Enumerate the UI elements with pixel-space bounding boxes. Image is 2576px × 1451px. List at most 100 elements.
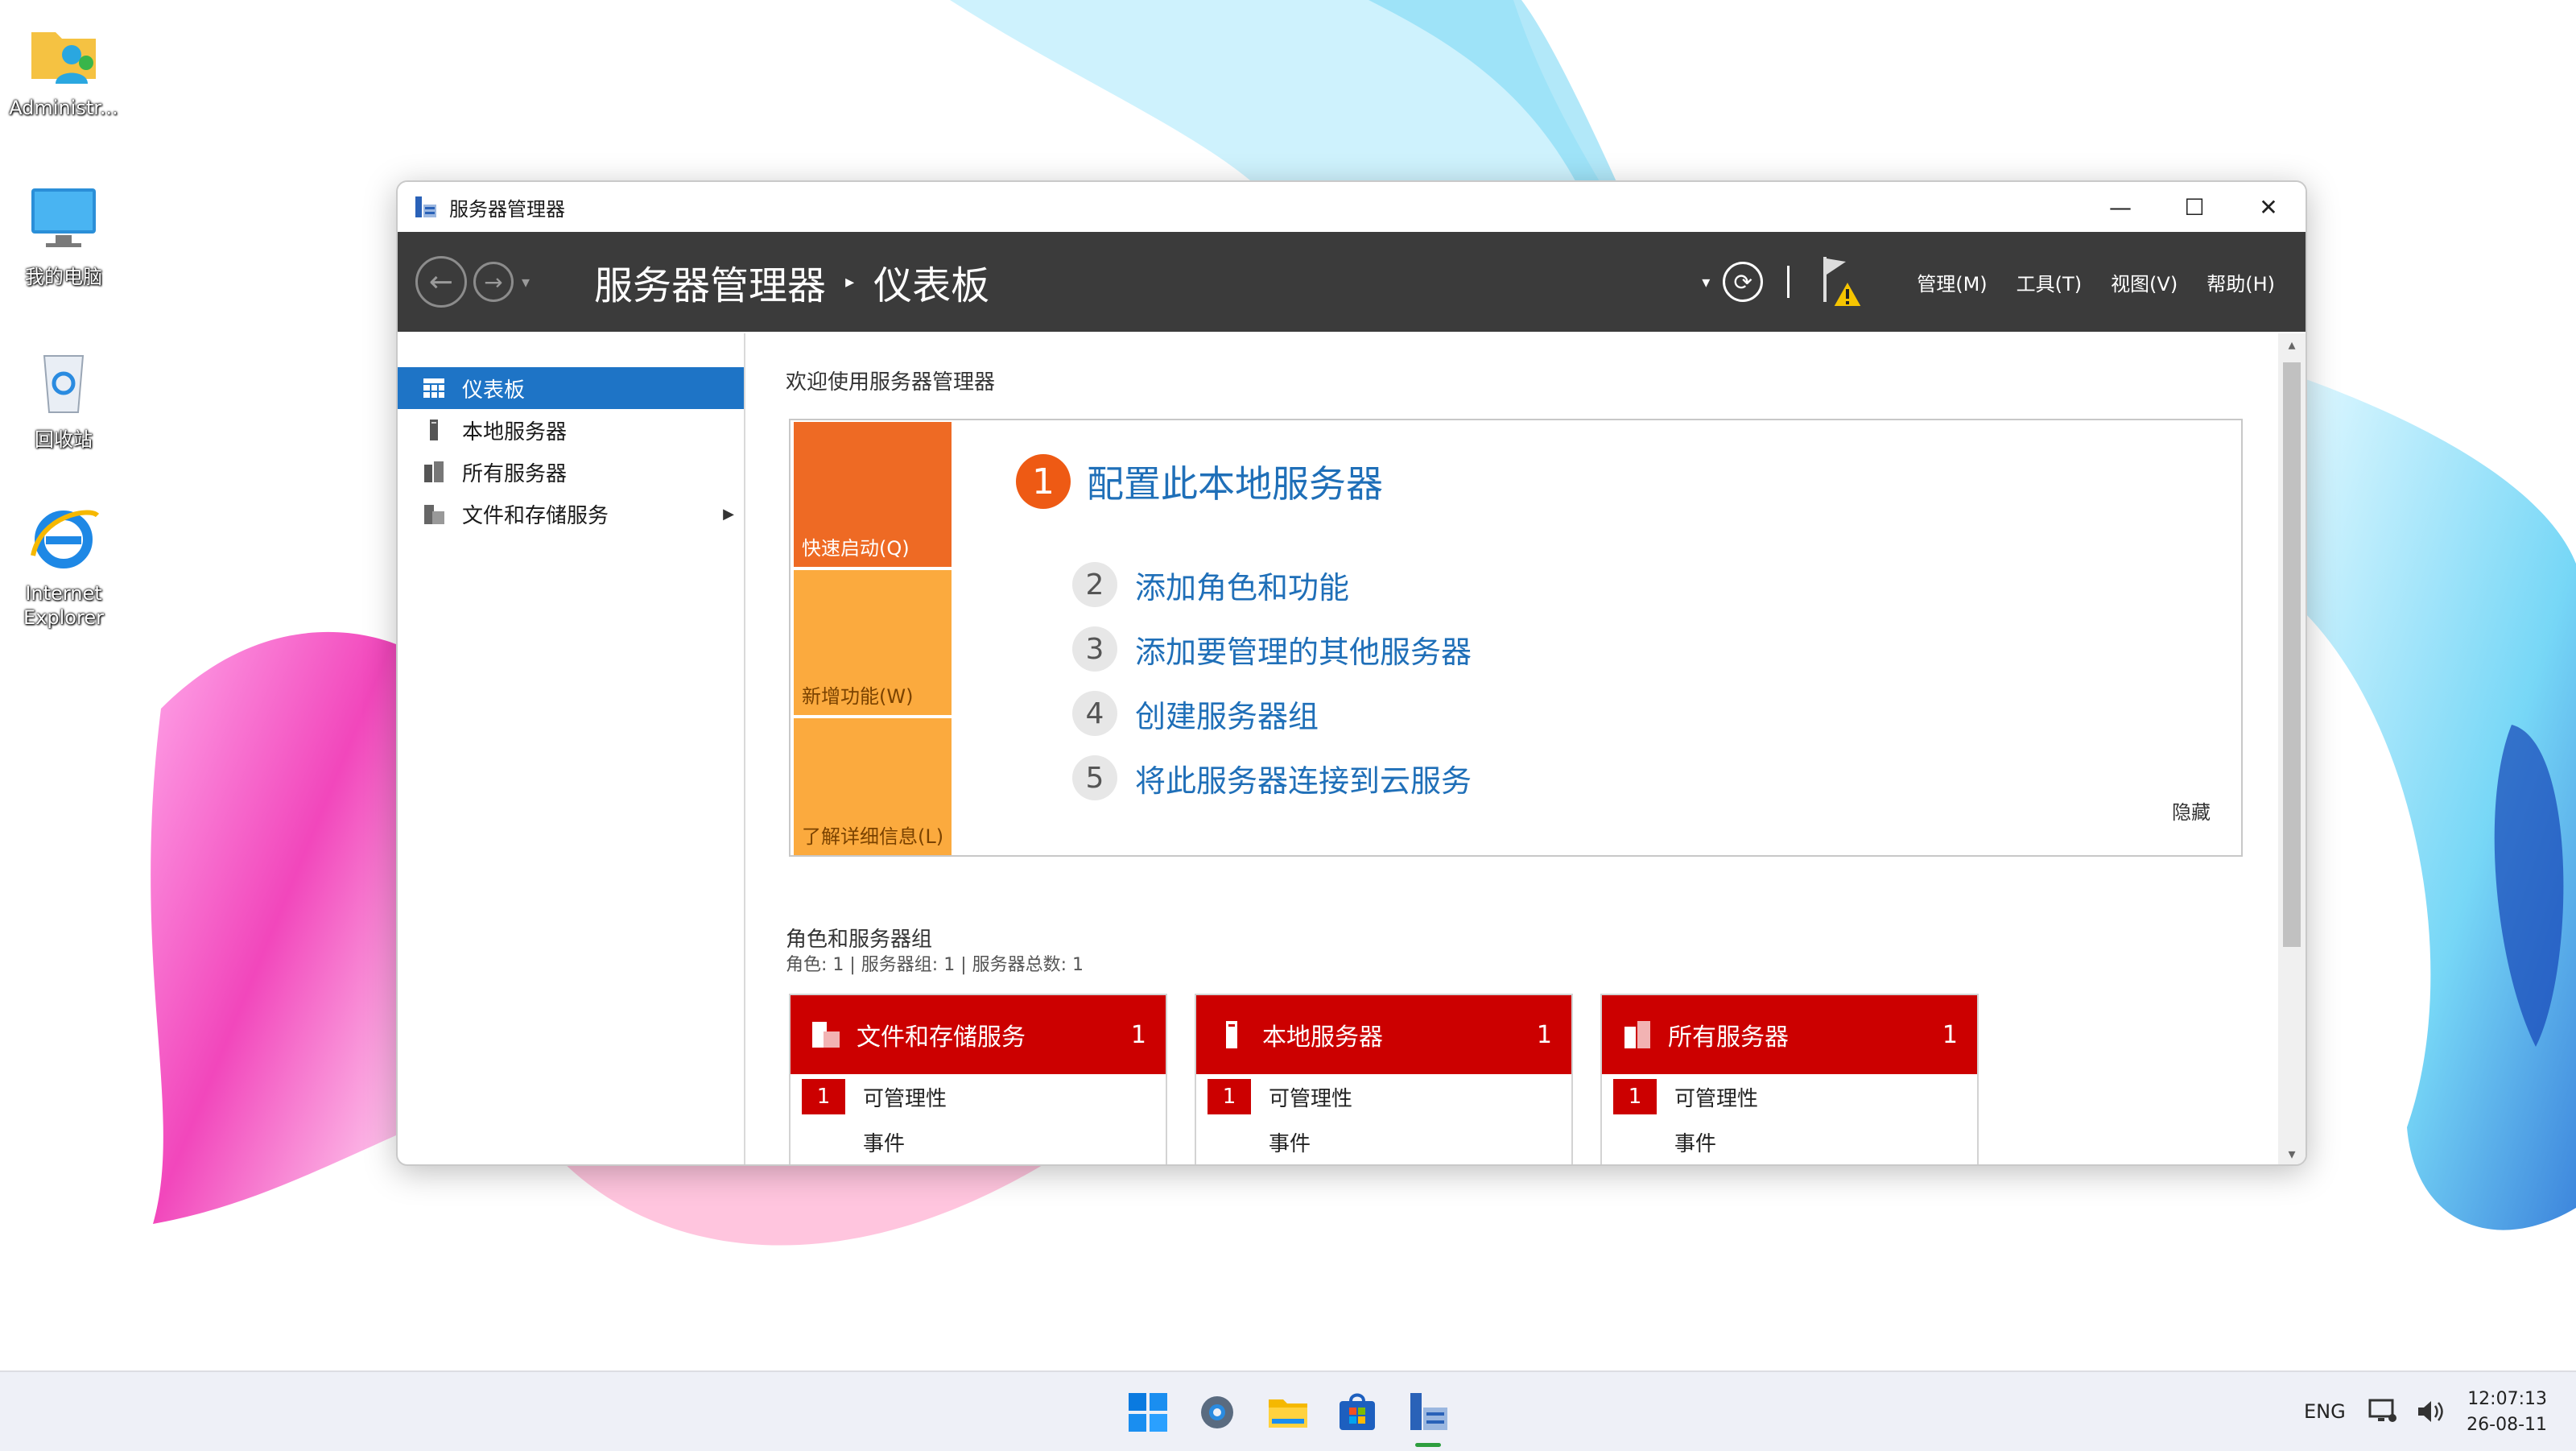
sidebar-item-label: 仪表板 xyxy=(462,378,526,403)
alert-badge: 1 xyxy=(802,1079,845,1114)
row-label: 可管理性 xyxy=(863,1086,947,1111)
desktop-icon-recycle-bin[interactable]: 回收站 xyxy=(3,341,124,452)
role-card-local-server[interactable]: 本地服务器 1 1 可管理性 事件 xyxy=(1195,994,1573,1164)
step-connect-cloud[interactable]: 5 将此服务器连接到云服务 xyxy=(1072,755,1472,800)
window-title: 服务器管理器 xyxy=(449,197,565,221)
taskbar-server-manager[interactable] xyxy=(1404,1388,1452,1437)
sidebar-item-local-server[interactable]: 本地服务器 xyxy=(398,409,744,451)
volume-icon[interactable] xyxy=(2413,1372,2446,1451)
step-add-roles[interactable]: 2 添加角色和功能 xyxy=(1072,562,1349,607)
breadcrumb-separator: ▸ xyxy=(845,271,855,292)
scroll-up-icon[interactable]: ▴ xyxy=(2278,337,2306,353)
taskbar: ENG 12:07:13 26-08-11 xyxy=(0,1370,2576,1451)
step-link[interactable]: 添加角色和功能 xyxy=(1135,563,1349,607)
card-count: 1 xyxy=(1130,1020,1146,1049)
clock-time: 12:07:13 xyxy=(2467,1389,2547,1409)
step-link[interactable]: 配置此本地服务器 xyxy=(1087,455,1383,508)
taskbar-file-explorer[interactable] xyxy=(1264,1388,1312,1437)
alert-badge: 1 xyxy=(1613,1079,1657,1114)
desktop-icon-administrator[interactable]: Administr... xyxy=(3,14,124,119)
card-header[interactable]: 本地服务器 1 xyxy=(1196,995,1571,1074)
scroll-down-icon[interactable]: ▾ xyxy=(2278,1146,2306,1163)
servers-icon xyxy=(422,460,446,484)
folder-icon xyxy=(1269,1399,1307,1428)
history-dropdown-icon[interactable]: ▾ xyxy=(522,272,530,291)
hide-link[interactable]: 隐藏 xyxy=(2172,796,2211,825)
clock-date: 26-08-11 xyxy=(2467,1415,2547,1435)
breadcrumb-root[interactable]: 服务器管理器 xyxy=(594,254,826,310)
row-label: 事件 xyxy=(1674,1131,1717,1156)
notifications-flag-button[interactable] xyxy=(1818,254,1864,310)
tile-learn-more[interactable]: 了解详细信息(L) xyxy=(794,718,952,855)
chevron-down-icon[interactable]: ▾ xyxy=(1702,272,1710,291)
card-row-events[interactable]: 事件 xyxy=(791,1119,1166,1164)
card-row-manageability[interactable]: 1 可管理性 xyxy=(1602,1074,1977,1119)
refresh-button[interactable]: ⟳ xyxy=(1723,262,1764,302)
step-link[interactable]: 创建服务器组 xyxy=(1135,692,1319,736)
file-storage-icon xyxy=(810,1019,842,1051)
quick-start-panel: 快速启动(Q) 新增功能(W) 了解详细信息(L) 1 配置此本地服务器 2 添… xyxy=(789,419,2243,857)
card-header[interactable]: 文件和存储服务 1 xyxy=(791,995,1166,1074)
step-number: 4 xyxy=(1072,691,1117,736)
taskbar-store[interactable] xyxy=(1333,1388,1381,1437)
file-storage-icon xyxy=(422,502,446,526)
card-title: 本地服务器 xyxy=(1262,1023,1383,1052)
menu-manage[interactable]: 管理(M) xyxy=(1917,268,1987,296)
menu-view[interactable]: 视图(V) xyxy=(2111,268,2178,296)
sidebar-item-label: 文件和存储服务 xyxy=(462,503,609,528)
card-row-manageability[interactable]: 1 可管理性 xyxy=(791,1074,1166,1119)
card-header[interactable]: 所有服务器 1 xyxy=(1602,995,1977,1074)
maximize-button[interactable]: ☐ xyxy=(2157,182,2231,232)
step-link[interactable]: 将此服务器连接到云服务 xyxy=(1135,756,1472,800)
servers-icon xyxy=(1621,1019,1653,1051)
internet-explorer-icon xyxy=(25,499,102,577)
language-indicator[interactable]: ENG xyxy=(2304,1372,2346,1451)
card-row-events[interactable]: 事件 xyxy=(1196,1119,1571,1164)
card-row-events[interactable]: 事件 xyxy=(1602,1119,1977,1164)
refresh-icon: ⟳ xyxy=(1733,268,1752,296)
desktop-icon-internet-explorer[interactable]: Internet Explorer xyxy=(3,499,124,630)
step-number: 1 xyxy=(1016,454,1071,509)
sidebar-item-all-servers[interactable]: 所有服务器 xyxy=(398,451,744,493)
step-create-server-group[interactable]: 4 创建服务器组 xyxy=(1072,691,1319,736)
row-label: 事件 xyxy=(1269,1131,1311,1156)
start-button[interactable] xyxy=(1124,1388,1172,1437)
desktop-icon-label: 我的电脑 xyxy=(25,266,102,288)
breadcrumb: 服务器管理器 ▸ 仪表板 xyxy=(594,254,989,310)
row-label: 事件 xyxy=(863,1131,906,1156)
scrollbar-thumb[interactable] xyxy=(2283,362,2301,947)
role-card-file-storage[interactable]: 文件和存储服务 1 1 可管理性 事件 xyxy=(789,994,1167,1164)
sidebar-item-file-storage[interactable]: 文件和存储服务 ▶ xyxy=(398,493,744,535)
expand-arrow-icon[interactable]: ▶ xyxy=(723,506,734,523)
desktop-icon-my-computer[interactable]: 我的电脑 xyxy=(3,179,124,289)
sidebar-item-dashboard[interactable]: 仪表板 xyxy=(398,367,744,409)
server-manager-icon xyxy=(1410,1393,1447,1430)
desktop-icon-label: Administr... xyxy=(9,97,118,119)
welcome-heading: 欢迎使用服务器管理器 xyxy=(786,370,996,395)
close-button[interactable]: ✕ xyxy=(2231,182,2306,232)
step-number: 3 xyxy=(1072,626,1117,672)
step-number: 5 xyxy=(1072,755,1117,800)
forward-button[interactable]: → xyxy=(473,262,514,302)
back-button[interactable]: ← xyxy=(415,256,467,308)
menu-tools[interactable]: 工具(T) xyxy=(2017,268,2082,296)
taskbar-clock[interactable]: 12:07:13 26-08-11 xyxy=(2467,1387,2547,1438)
network-icon[interactable] xyxy=(2367,1372,2399,1451)
step-configure-local-server[interactable]: 1 配置此本地服务器 xyxy=(1016,454,1383,509)
card-title: 所有服务器 xyxy=(1668,1023,1789,1052)
taskbar-settings[interactable] xyxy=(1193,1388,1241,1437)
role-card-all-servers[interactable]: 所有服务器 1 1 可管理性 事件 xyxy=(1600,994,1979,1164)
tile-whats-new[interactable]: 新增功能(W) xyxy=(794,570,952,715)
vertical-scrollbar[interactable]: ▴ ▾ xyxy=(2278,333,2306,1164)
minimize-button[interactable]: — xyxy=(2083,182,2157,232)
menu-help[interactable]: 帮助(H) xyxy=(2207,268,2275,296)
window-titlebar[interactable]: 服务器管理器 — ☐ ✕ xyxy=(398,182,2306,232)
user-folder-icon xyxy=(25,14,102,92)
step-link[interactable]: 添加要管理的其他服务器 xyxy=(1135,627,1472,672)
card-row-manageability[interactable]: 1 可管理性 xyxy=(1196,1074,1571,1119)
monitor-icon xyxy=(25,179,102,256)
step-add-servers[interactable]: 3 添加要管理的其他服务器 xyxy=(1072,626,1472,672)
dashboard-icon xyxy=(422,376,446,400)
roles-summary: 角色: 1 | 服务器组: 1 | 服务器总数: 1 xyxy=(786,955,1084,975)
tile-quick-start[interactable]: 快速启动(Q) xyxy=(794,422,952,567)
